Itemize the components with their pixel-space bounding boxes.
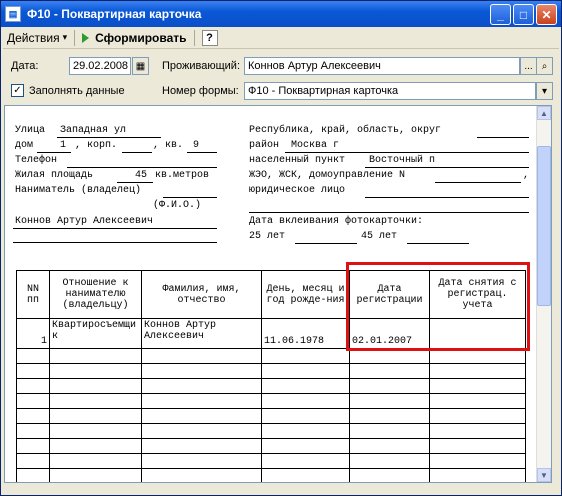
toolbar-divider <box>193 29 195 46</box>
age-25-label: 25 лет <box>249 231 286 242</box>
housing-comma: , <box>523 170 530 181</box>
house-label: дом <box>15 140 34 151</box>
toolbar: Действия ▾ Сформировать ? <box>3 27 559 49</box>
header-fio: Фамилия, имя, отчество <box>141 270 262 319</box>
close-button[interactable]: ✕ <box>536 4 557 25</box>
header-reg-date: Дата регистрации <box>349 270 430 319</box>
region-label: Республика, край, область, округ <box>249 125 442 136</box>
scroll-thumb[interactable] <box>537 146 551 306</box>
table-row[interactable] <box>16 348 526 364</box>
play-icon <box>82 32 90 43</box>
corp-label: , корп. <box>75 140 118 151</box>
vertical-scrollbar[interactable]: ▲ ▼ <box>536 106 551 482</box>
toolbar-divider <box>74 29 76 46</box>
maximize-button[interactable]: □ <box>513 4 534 25</box>
table-row[interactable] <box>16 393 526 409</box>
apt-label: , кв. <box>153 140 184 151</box>
header-birth: День, месяц и год рожде-ния <box>261 270 350 319</box>
date-input[interactable]: 29.02.2008 <box>69 57 131 75</box>
table-row[interactable]: 1 Квартиросъемщик Коннов Артур Алексееви… <box>16 318 526 349</box>
minimize-button[interactable]: _ <box>490 4 511 25</box>
window-title: Ф10 - Поквартирная карточка <box>27 7 202 21</box>
locality-label: населенный пункт <box>249 155 346 166</box>
scroll-up-icon[interactable]: ▲ <box>537 106 551 120</box>
header-nn: NN пп <box>16 270 50 319</box>
fill-data-checkbox[interactable]: ✓ <box>11 84 24 97</box>
housing-label: ЖЭО, ЖСК, домоуправление N <box>249 170 406 181</box>
table-row[interactable] <box>16 378 526 394</box>
generate-label: Сформировать <box>95 30 187 45</box>
resident-input[interactable]: Коннов Артур Алексеевич <box>244 57 520 75</box>
cell-fio: Коннов Артур Алексеевич <box>141 318 262 349</box>
area-value: 45 <box>135 170 148 181</box>
title-bar: ▤ Ф10 - Поквартирная карточка _ □ ✕ <box>1 1 561 27</box>
photo-label: Дата вклеивания фотокарточки: <box>249 216 424 227</box>
actions-menu[interactable]: Действия ▾ <box>3 28 71 48</box>
locality-value: Восточный п <box>369 155 436 166</box>
table-row[interactable] <box>16 468 526 482</box>
table-row[interactable] <box>16 438 526 454</box>
header-unreg-date: Дата снятия с регистрац. учета <box>429 270 526 319</box>
district-label: район <box>249 140 280 151</box>
table-row[interactable] <box>16 408 526 424</box>
cell-unreg-date <box>429 318 526 349</box>
residents-table: NN пп Отношение к нанимателю (владельцу)… <box>16 270 526 482</box>
legal-label: юридическое лицо <box>249 185 346 196</box>
cell-relation: Квартиросъемщик <box>49 318 142 349</box>
cell-reg-date: 02.01.2007 <box>349 318 430 349</box>
house-value: 1 <box>60 140 67 151</box>
district-value: Москва г <box>291 140 340 151</box>
street-label: Улица <box>15 125 46 136</box>
table-row[interactable] <box>16 363 526 379</box>
fill-data-label: Заполнять данные <box>29 85 125 97</box>
street-value: Западная ул <box>60 125 127 136</box>
chevron-down-icon[interactable]: ▾ <box>536 82 553 100</box>
phone-label: Телефон <box>15 155 58 166</box>
table-header-row: NN пп Отношение к нанимателю (владельцу)… <box>16 270 526 319</box>
owner-label: Наниматель (владелец) <box>15 185 142 196</box>
area-label: Жилая площадь <box>15 170 94 181</box>
report-document: Улица Западная ул дом 1 , корп. , кв. 9 … <box>4 105 552 483</box>
cell-nn: 1 <box>16 318 50 349</box>
fio-note: (Ф.И.О.) <box>153 200 202 211</box>
chevron-down-icon: ▾ <box>62 32 68 42</box>
age-45-label: 45 лет <box>361 231 398 242</box>
owner-name: Коннов Артур Алексеевич <box>15 216 154 227</box>
table-row[interactable] <box>16 453 526 469</box>
area-unit: кв.метров <box>155 170 210 181</box>
actions-label: Действия <box>7 30 60 45</box>
select-button[interactable]: ... <box>520 57 537 75</box>
help-button[interactable]: ? <box>201 29 218 46</box>
search-icon[interactable]: ⌕ <box>536 57 553 75</box>
form-number-select[interactable]: Ф10 - Поквартирная карточка <box>244 82 536 100</box>
form-number-label: Номер формы: <box>162 85 239 97</box>
date-label: Дата: <box>11 60 39 72</box>
table-row[interactable] <box>16 423 526 439</box>
cell-birth: 11.06.1978 <box>261 318 350 349</box>
calendar-icon[interactable]: ▦ <box>132 57 149 75</box>
scroll-down-icon[interactable]: ▼ <box>537 468 551 482</box>
form-icon: ▤ <box>5 6 21 22</box>
header-relation: Отношение к нанимателю (владельцу) <box>49 270 142 319</box>
apt-value: 9 <box>193 140 200 151</box>
resident-label: Проживающий: <box>162 60 241 72</box>
report-window: ▤ Ф10 - Поквартирная карточка _ □ ✕ Дейс… <box>0 0 562 496</box>
generate-button[interactable]: Сформировать <box>78 28 190 48</box>
